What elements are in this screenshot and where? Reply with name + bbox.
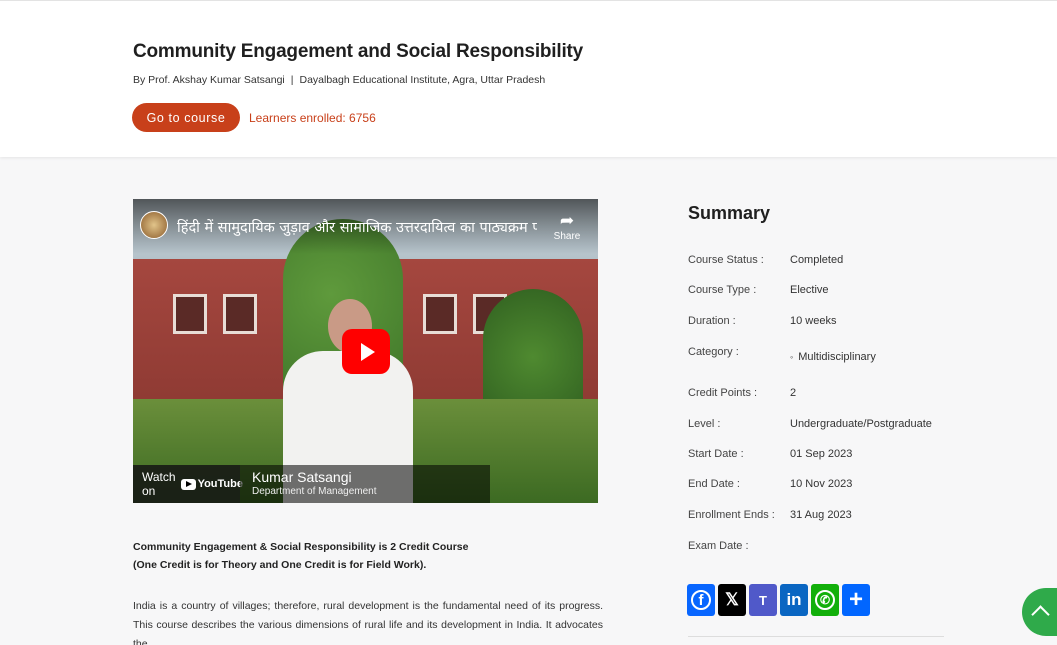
summary-value: 10 Nov 2023 bbox=[790, 478, 853, 490]
video-lower-third: Kumar Satsangi Department of Management bbox=[240, 465, 490, 503]
scroll-to-top-button[interactable] bbox=[1022, 588, 1057, 636]
summary-label: Level : bbox=[688, 418, 721, 430]
summary-label: Credit Points : bbox=[688, 387, 758, 399]
summary-value: 01 Sep 2023 bbox=[790, 448, 853, 460]
course-description-intro: Community Engagement & Social Responsibi… bbox=[133, 538, 603, 574]
byline-separator: | bbox=[290, 74, 294, 86]
summary-label: Course Type : bbox=[688, 284, 757, 296]
x-icon[interactable]: 𝕏 bbox=[718, 584, 746, 616]
video-share-button[interactable]: ➦ Share bbox=[551, 211, 583, 242]
share-more-icon[interactable]: + bbox=[842, 584, 870, 616]
summary-label: Course Status : bbox=[688, 254, 764, 266]
video-title[interactable]: हिंदी में सामुदायिक जुड़ाव और सामाजिक उत… bbox=[177, 217, 537, 237]
linkedin-icon[interactable]: in bbox=[780, 584, 808, 616]
social-share-bar: f 𝕏 T in ✆ + bbox=[687, 584, 870, 616]
summary-label: Duration : bbox=[688, 315, 736, 327]
summary-value: Completed bbox=[790, 254, 844, 266]
video-frame-window bbox=[173, 294, 207, 334]
whatsapp-icon[interactable]: ✆ bbox=[811, 584, 839, 616]
summary-value: Elective bbox=[790, 284, 829, 296]
institute-name: Dayalbagh Educational Institute, Agra, U… bbox=[299, 74, 546, 86]
course-header: Community Engagement and Social Responsi… bbox=[0, 0, 1057, 157]
course-description-paragraph: India is a country of villages; therefor… bbox=[133, 600, 603, 645]
course-byline: By Prof. Akshay Kumar Satsangi | Dayalbagh… bbox=[133, 74, 545, 86]
watch-on-youtube-button[interactable]: Watch on YouTube bbox=[133, 465, 243, 503]
summary-label: Start Date : bbox=[688, 448, 744, 460]
description-line-1: Community Engagement & Social Responsibi… bbox=[133, 541, 469, 553]
description-line-2: (One Credit is for Theory and One Credit… bbox=[133, 559, 427, 571]
share-arrow-icon: ➦ bbox=[559, 211, 575, 230]
chevron-up-icon bbox=[1031, 605, 1050, 624]
video-frame-window bbox=[223, 294, 257, 334]
summary-label: Category : bbox=[688, 346, 739, 358]
lower-third-department: Department of Management bbox=[252, 486, 377, 497]
lower-third-name: Kumar Satsangi bbox=[252, 469, 352, 485]
summary-value: 2 bbox=[790, 387, 797, 399]
facebook-icon[interactable]: f bbox=[687, 584, 715, 616]
summary-label: Enrollment Ends : bbox=[688, 509, 775, 521]
video-player[interactable]: हिंदी में सामुदायिक जुड़ाव और सामाजिक उत… bbox=[133, 199, 598, 503]
play-button-icon[interactable] bbox=[342, 329, 390, 374]
summary-divider bbox=[688, 636, 944, 637]
go-to-course-button[interactable]: Go to course bbox=[132, 103, 240, 132]
teams-icon[interactable]: T bbox=[749, 584, 777, 616]
youtube-wordmark: YouTube bbox=[197, 478, 243, 490]
course-title: Community Engagement and Social Responsi… bbox=[133, 41, 584, 62]
summary-value: 31 Aug 2023 bbox=[790, 509, 852, 521]
channel-avatar-icon[interactable] bbox=[140, 211, 168, 239]
summary-title: Summary bbox=[688, 203, 771, 223]
youtube-logo: YouTube bbox=[180, 478, 243, 490]
youtube-icon bbox=[180, 478, 196, 490]
learners-enrolled: Learners enrolled: 6756 bbox=[249, 111, 376, 125]
watch-on-label: Watch on bbox=[142, 470, 176, 498]
summary-label: Exam Date : bbox=[688, 540, 749, 552]
summary-label: End Date : bbox=[688, 478, 740, 490]
summary-value: Undergraduate/Postgraduate bbox=[790, 418, 932, 430]
category-multidisciplinary: Multidisciplinary bbox=[790, 351, 950, 363]
video-frame-window bbox=[423, 294, 457, 334]
summary-value: 10 weeks bbox=[790, 315, 837, 327]
share-label: Share bbox=[553, 231, 581, 242]
instructor-name: By Prof. Akshay Kumar Satsangi bbox=[133, 74, 285, 86]
